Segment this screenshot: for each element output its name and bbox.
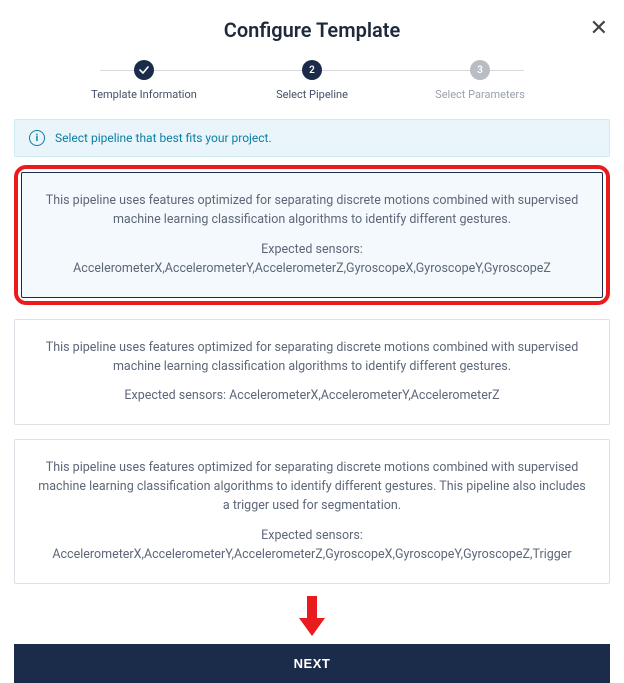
pipeline-card[interactable]: This pipeline uses features optimized fo… (21, 172, 603, 298)
info-icon: i (29, 130, 45, 146)
close-icon[interactable]: ✕ (590, 18, 608, 40)
tutorial-highlight: This pipeline uses features optimized fo… (14, 165, 610, 305)
tutorial-arrow-icon (0, 594, 624, 638)
pipeline-sensors: AccelerometerX,AccelerometerY,Accelerome… (229, 388, 499, 403)
step-template-information[interactable]: Template Information (60, 60, 228, 101)
next-button[interactable]: NEXT (14, 644, 610, 683)
step-number-icon: 2 (302, 60, 322, 80)
pipeline-description: This pipeline uses features optimized fo… (35, 338, 589, 377)
pipeline-sensors-line: Expected sensors: AccelerometerX,Acceler… (35, 386, 589, 405)
pipeline-description: This pipeline uses features optimized fo… (42, 191, 582, 230)
pipeline-card[interactable]: This pipeline uses features optimized fo… (14, 439, 610, 584)
step-label: Select Parameters (435, 88, 525, 101)
step-label: Select Pipeline (276, 88, 348, 101)
pipeline-list: This pipeline uses features optimized fo… (0, 165, 624, 584)
pipeline-description: This pipeline uses features optimized fo… (35, 458, 589, 516)
step-select-parameters: 3 Select Parameters (396, 60, 564, 101)
pipeline-card[interactable]: This pipeline uses features optimized fo… (14, 319, 610, 425)
pipeline-sensors: AccelerometerX,AccelerometerY,Accelerome… (42, 259, 582, 278)
modal-header: Configure Template ✕ (0, 0, 624, 50)
pipeline-sensors-label: Expected sensors: (35, 526, 589, 545)
stepper: Template Information 2 Select Pipeline 3… (0, 50, 624, 105)
pipeline-sensors: AccelerometerX,AccelerometerY,Accelerome… (35, 545, 589, 564)
pipeline-sensors-label: Expected sensors: (124, 388, 229, 403)
step-number-icon: 3 (470, 60, 490, 80)
info-text: Select pipeline that best fits your proj… (55, 131, 272, 145)
check-icon (134, 60, 154, 80)
step-select-pipeline[interactable]: 2 Select Pipeline (228, 60, 396, 101)
step-label: Template Information (91, 88, 197, 101)
info-banner: i Select pipeline that best fits your pr… (14, 119, 610, 157)
pipeline-sensors-label: Expected sensors: (42, 240, 582, 259)
modal-title: Configure Template (224, 18, 400, 42)
